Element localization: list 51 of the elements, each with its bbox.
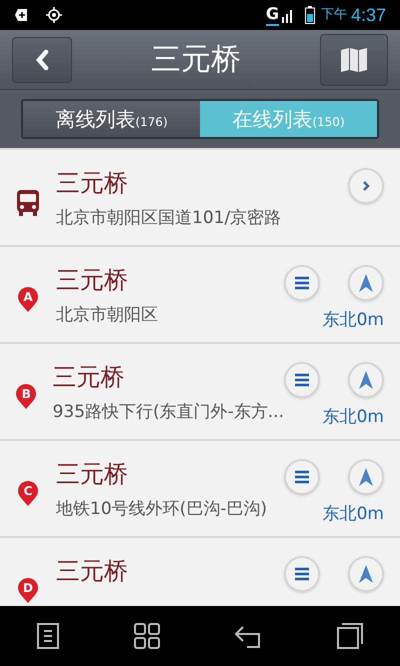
- place-address: 935路快下行(东直门外-东方...: [52, 401, 284, 423]
- navigate-button[interactable]: [348, 265, 384, 301]
- recent-apps-icon[interactable]: [336, 622, 364, 650]
- clock: 4:37: [350, 4, 386, 26]
- detail-button[interactable]: [348, 168, 384, 204]
- bus-icon: [15, 188, 41, 216]
- back-button[interactable]: [12, 36, 72, 82]
- place-name: 三元桥: [56, 168, 129, 198]
- list-button[interactable]: [284, 362, 320, 398]
- map-pin-marker: C: [17, 480, 39, 506]
- map-pin-marker: D: [17, 578, 39, 604]
- navigation-arrow-icon: [358, 564, 374, 584]
- map-pin-marker: A: [17, 286, 39, 312]
- place-address: 北京市朝阳区: [56, 304, 159, 326]
- battery-icon: [304, 6, 315, 24]
- time-period: 下午: [320, 6, 347, 24]
- network-type: G: [266, 4, 279, 26]
- map-icon: [340, 46, 368, 72]
- navigate-button[interactable]: [348, 459, 384, 495]
- menu-icon: [294, 373, 310, 387]
- place-name: 三元桥: [52, 362, 126, 392]
- list-button[interactable]: [284, 459, 320, 495]
- place-address: 北京市朝阳区国道101/京密路: [56, 207, 282, 229]
- map-button[interactable]: [320, 34, 388, 86]
- distance-label: 东北0m: [322, 309, 384, 331]
- signal-icon: [280, 7, 295, 23]
- navigation-arrow-icon: [358, 273, 374, 293]
- menu-icon[interactable]: [36, 622, 60, 650]
- back-chevron-icon: [35, 48, 49, 70]
- navigate-button[interactable]: [348, 362, 384, 398]
- apps-grid-icon[interactable]: [132, 622, 161, 650]
- list-tab[interactable]: 离线列表(176): [23, 101, 200, 137]
- menu-icon: [294, 470, 310, 484]
- map-pin-marker: B: [15, 384, 38, 410]
- navigation-arrow-icon: [358, 370, 374, 390]
- list-button[interactable]: [284, 265, 320, 301]
- navigate-button[interactable]: [348, 556, 384, 592]
- menu-icon: [294, 567, 310, 581]
- menu-icon: [294, 276, 310, 290]
- notification-icon: [14, 8, 28, 22]
- list-button[interactable]: [284, 556, 320, 592]
- place-name: 三元桥: [56, 265, 129, 295]
- chevron-right-icon: [361, 180, 371, 192]
- place-name: 三元桥: [56, 459, 129, 489]
- navigation-arrow-icon: [358, 467, 374, 487]
- distance-label: 东北0m: [322, 406, 384, 428]
- distance-label: 东北0m: [322, 503, 384, 525]
- place-address: 地铁10号线外环(巴沟-巴沟): [56, 498, 268, 520]
- page-title: 三元桥: [151, 41, 241, 79]
- place-name: 三元桥: [56, 556, 129, 586]
- location-icon: [46, 7, 62, 23]
